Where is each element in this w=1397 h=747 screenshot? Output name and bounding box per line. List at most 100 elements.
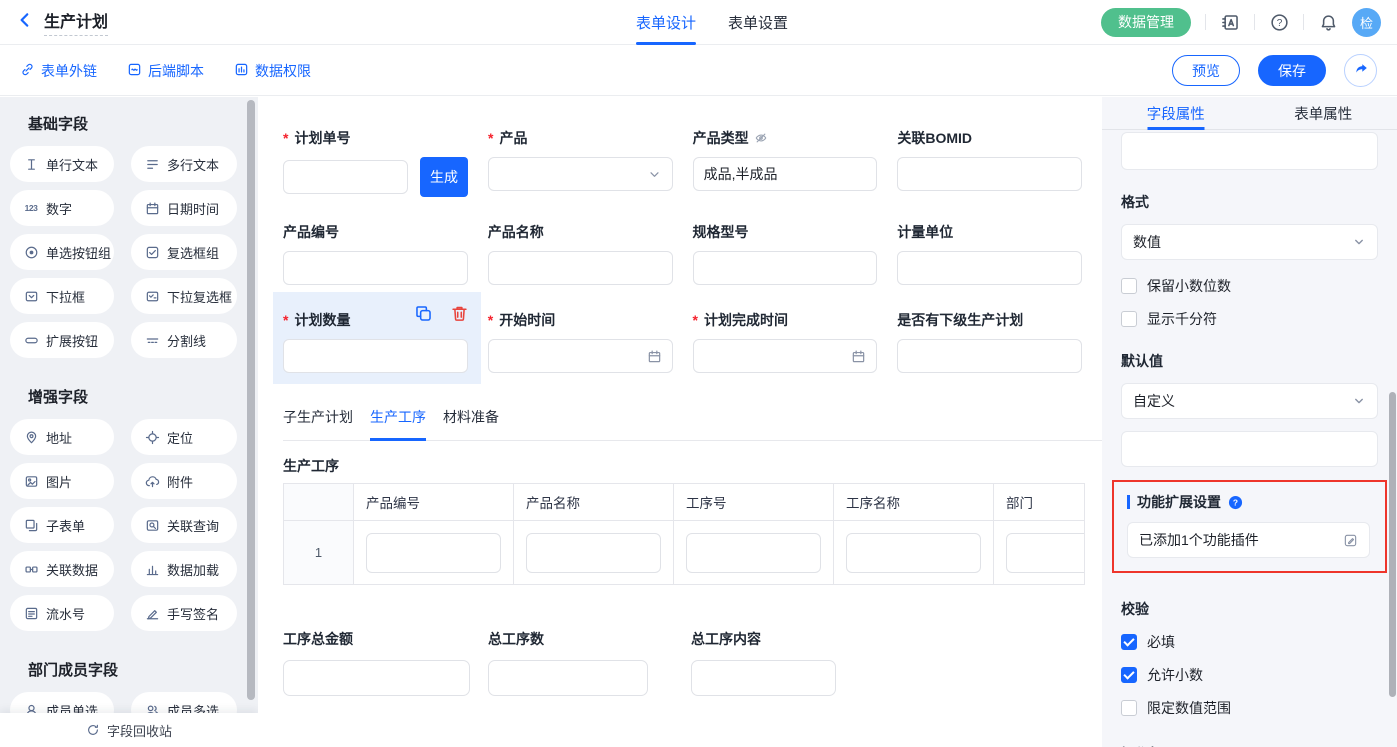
canvas-field-产品[interactable]: *产品 bbox=[488, 129, 673, 197]
help-icon[interactable]: ? bbox=[1269, 12, 1289, 32]
panel-tab-1[interactable]: 表单属性 bbox=[1250, 97, 1397, 129]
sidebar-item-下拉框[interactable]: 下拉框 bbox=[10, 278, 114, 314]
process-table[interactable]: 产品编号产品名称工序号工序名称部门 1 bbox=[283, 483, 1085, 585]
sidebar-item-扩展按钮[interactable]: 扩展按钮 bbox=[10, 322, 114, 358]
sidebar-item-多行文本[interactable]: 多行文本 bbox=[131, 146, 237, 182]
canvas-field-计划数量[interactable]: *计划数量 bbox=[283, 311, 468, 373]
bell-icon[interactable] bbox=[1318, 12, 1338, 32]
sidebar-item-日期时间[interactable]: 日期时间 bbox=[131, 190, 237, 226]
table-cell-input[interactable] bbox=[686, 533, 821, 573]
sidebar-item-下拉复选框[interactable]: 下拉复选框 bbox=[131, 278, 237, 314]
sidebar-item-复选框组[interactable]: 复选框组 bbox=[131, 234, 237, 270]
canvas-field-总工序内容[interactable]: 总工序内容 bbox=[691, 630, 836, 696]
sidebar-item-子表单[interactable]: 子表单 bbox=[10, 507, 114, 543]
sidebar-item-数据加载[interactable]: 数据加载 bbox=[131, 551, 237, 587]
field-input[interactable] bbox=[897, 339, 1082, 373]
generate-button[interactable]: 生成 bbox=[420, 157, 468, 197]
canvas-field-产品编号[interactable]: 产品编号 bbox=[283, 223, 468, 285]
default-value-select[interactable]: 自定义 bbox=[1121, 383, 1378, 419]
checkbox-row-允许小数[interactable]: 允许小数 bbox=[1121, 665, 1378, 685]
field-select[interactable] bbox=[488, 157, 673, 191]
header-tab-1[interactable]: 表单设置 bbox=[728, 0, 788, 45]
sidebar-scrollbar[interactable] bbox=[247, 100, 255, 700]
canvas-field-总工序数[interactable]: 总工序数 bbox=[488, 630, 648, 696]
checkbox-unchecked[interactable] bbox=[1121, 700, 1137, 716]
canvas-field-关联BOMID[interactable]: 关联BOMID bbox=[897, 129, 1082, 197]
checkbox-row-保留小数位数[interactable]: 保留小数位数 bbox=[1121, 276, 1378, 296]
sidebar-item-数字[interactable]: 123数字 bbox=[10, 190, 114, 226]
format-select[interactable]: 数值 bbox=[1121, 224, 1378, 260]
page-title[interactable]: 生产计划 bbox=[44, 8, 108, 36]
checkbox-unchecked[interactable] bbox=[1121, 311, 1137, 327]
share-button[interactable] bbox=[1344, 54, 1377, 87]
canvas-field-计划完成时间[interactable]: *计划完成时间 bbox=[693, 311, 878, 373]
toolbar-link[interactable]: 后端脚本 bbox=[127, 61, 204, 81]
table-cell-input[interactable] bbox=[366, 533, 501, 573]
data-manage-button[interactable]: 数据管理 bbox=[1101, 8, 1191, 37]
sidebar-item-关联数据[interactable]: 关联数据 bbox=[10, 551, 114, 587]
sidebar-item-label: 复选框组 bbox=[167, 243, 219, 262]
sidebar-item-手写签名[interactable]: 手写签名 bbox=[131, 595, 237, 631]
field-input[interactable] bbox=[897, 251, 1082, 285]
sidebar-item-地址[interactable]: 地址 bbox=[10, 419, 114, 455]
field-input[interactable] bbox=[283, 660, 470, 696]
panel-scrollbar[interactable] bbox=[1389, 392, 1396, 697]
checkbox-row-限定数值范围[interactable]: 限定数值范围 bbox=[1121, 698, 1378, 718]
checkbox-unchecked[interactable] bbox=[1121, 278, 1137, 294]
field-input[interactable] bbox=[488, 251, 673, 285]
field-input[interactable] bbox=[897, 157, 1082, 191]
sidebar-item-附件[interactable]: 附件 bbox=[131, 463, 237, 499]
field-input[interactable] bbox=[283, 339, 468, 373]
preview-button[interactable]: 预览 bbox=[1172, 55, 1240, 86]
toolbar-link[interactable]: 表单外链 bbox=[20, 61, 97, 81]
field-date-input[interactable] bbox=[488, 339, 673, 373]
canvas-field-计划单号[interactable]: *计划单号 生成 bbox=[283, 129, 468, 197]
checkbox-checked[interactable] bbox=[1121, 667, 1137, 683]
sidebar-item-流水号[interactable]: 流水号 bbox=[10, 595, 114, 631]
save-button[interactable]: 保存 bbox=[1258, 55, 1326, 86]
canvas-field-产品类型[interactable]: 产品类型 成品,半成品 bbox=[693, 129, 878, 197]
copy-field-button[interactable] bbox=[414, 303, 434, 323]
delete-field-button[interactable] bbox=[450, 303, 470, 323]
table-cell-input[interactable] bbox=[1006, 533, 1085, 573]
avatar[interactable]: 检 bbox=[1352, 8, 1381, 37]
sidebar-item-定位[interactable]: 定位 bbox=[131, 419, 237, 455]
canvas-field-产品名称[interactable]: 产品名称 bbox=[488, 223, 673, 285]
field-input[interactable] bbox=[283, 160, 408, 194]
field-input[interactable] bbox=[691, 660, 836, 696]
sidebar-item-单选按钮组[interactable]: 单选按钮组 bbox=[10, 234, 114, 270]
field-input[interactable]: 成品,半成品 bbox=[693, 157, 878, 191]
extension-plugin-field[interactable]: 已添加1个功能插件 bbox=[1127, 522, 1370, 558]
checkbox-row-必填[interactable]: 必填 bbox=[1121, 632, 1378, 652]
toolbar-link[interactable]: 数据权限 bbox=[234, 61, 311, 81]
field-recycle-bin[interactable]: 字段回收站 bbox=[0, 713, 258, 747]
field-date-input[interactable] bbox=[693, 339, 878, 373]
subform-tab-0[interactable]: 子生产计划 bbox=[283, 399, 353, 440]
canvas-field-规格型号[interactable]: 规格型号 bbox=[693, 223, 878, 285]
back-button[interactable] bbox=[16, 11, 34, 34]
field-input[interactable] bbox=[693, 251, 878, 285]
address-book-icon[interactable] bbox=[1220, 12, 1240, 32]
subform-tab-2[interactable]: 材料准备 bbox=[443, 399, 499, 440]
sidebar-item-分割线[interactable]: 分割线 bbox=[131, 322, 237, 358]
checkbox-checked[interactable] bbox=[1121, 634, 1137, 650]
subform-tab-1[interactable]: 生产工序 bbox=[370, 399, 426, 440]
field-input[interactable] bbox=[283, 251, 468, 285]
sidebar-item-单行文本[interactable]: 单行文本 bbox=[10, 146, 114, 182]
edit-icon[interactable] bbox=[1343, 533, 1358, 548]
header-tab-0[interactable]: 表单设计 bbox=[636, 0, 696, 45]
canvas-field-工序总金额[interactable]: 工序总金额 bbox=[283, 630, 470, 696]
canvas-field-开始时间[interactable]: *开始时间 bbox=[488, 311, 673, 373]
field-title-input[interactable] bbox=[1121, 132, 1378, 170]
table-cell-input[interactable] bbox=[846, 533, 981, 573]
default-value-input[interactable] bbox=[1121, 431, 1378, 467]
canvas-field-是否有下级生产计划[interactable]: 是否有下级生产计划 bbox=[897, 311, 1082, 373]
sidebar-item-图片[interactable]: 图片 bbox=[10, 463, 114, 499]
sidebar-item-关联查询[interactable]: 关联查询 bbox=[131, 507, 237, 543]
panel-tab-0[interactable]: 字段属性 bbox=[1102, 97, 1250, 129]
checkbox-row-显示千分符[interactable]: 显示千分符 bbox=[1121, 309, 1378, 329]
question-icon[interactable]: ? bbox=[1228, 495, 1243, 510]
canvas-field-计量单位[interactable]: 计量单位 bbox=[897, 223, 1082, 285]
field-input[interactable] bbox=[488, 660, 648, 696]
table-cell-input[interactable] bbox=[526, 533, 661, 573]
